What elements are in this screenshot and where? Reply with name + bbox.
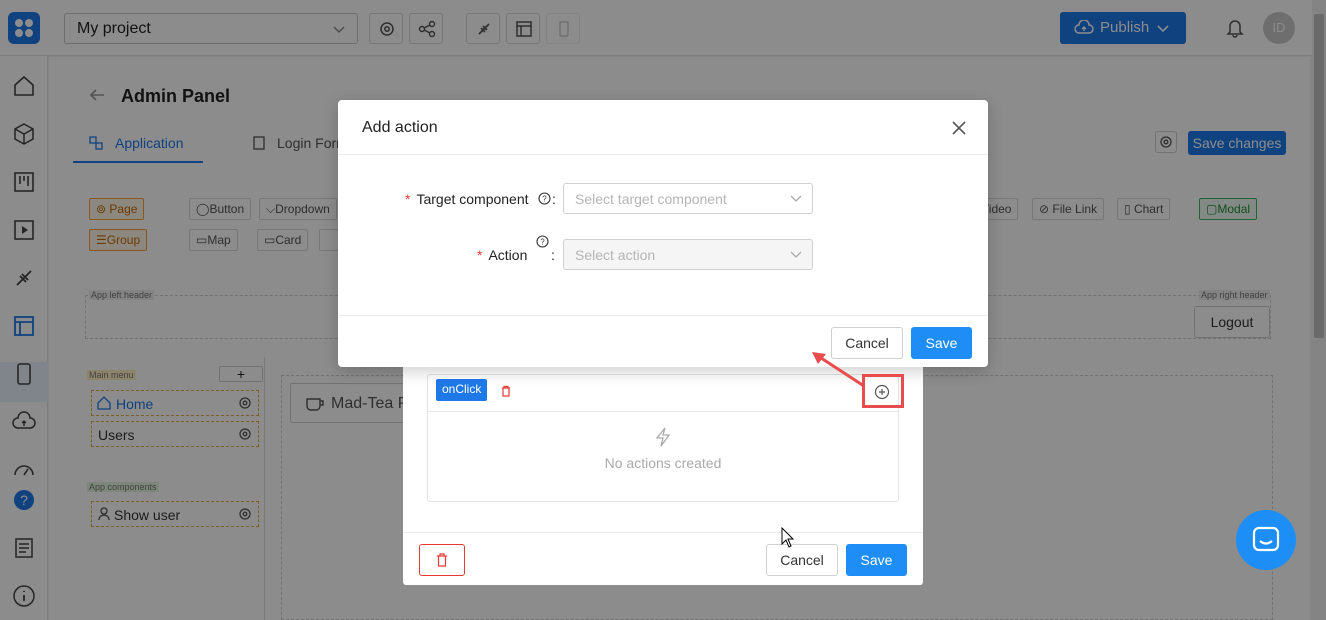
annotation-arrow-icon bbox=[812, 352, 865, 388]
trash-icon[interactable] bbox=[500, 385, 512, 397]
target-component-select[interactable]: Select target component bbox=[563, 183, 813, 214]
action-label: * Action bbox=[477, 247, 528, 263]
svg-text:?: ? bbox=[540, 238, 545, 247]
action-select[interactable]: Select action bbox=[563, 239, 813, 270]
event-divider bbox=[428, 411, 898, 412]
modal-footer: Cancel Save bbox=[338, 315, 988, 367]
chat-widget-button[interactable] bbox=[1236, 510, 1296, 570]
save-button[interactable]: Save bbox=[911, 327, 972, 359]
highlight-box bbox=[862, 374, 904, 408]
events-modal-footer: Cancel Save bbox=[403, 532, 923, 585]
chevron-down-icon bbox=[790, 195, 802, 202]
mouse-cursor-icon bbox=[781, 527, 795, 548]
delete-event-button[interactable] bbox=[419, 544, 465, 576]
chat-icon bbox=[1252, 526, 1280, 552]
help-circle-icon[interactable]: ? bbox=[536, 235, 549, 248]
action-colon: : bbox=[551, 247, 555, 263]
modal-header: Add action bbox=[338, 100, 988, 155]
target-colon: : bbox=[552, 191, 556, 207]
trash-icon bbox=[437, 553, 447, 567]
events-modal: onClick No actions created Cancel Save bbox=[403, 364, 923, 585]
event-card: onClick No actions created bbox=[427, 374, 899, 502]
target-component-placeholder: Select target component bbox=[575, 191, 727, 207]
target-component-label: * Target component bbox=[405, 191, 529, 207]
event-onclick-tag: onClick bbox=[436, 379, 488, 401]
modal-title: Add action bbox=[362, 119, 438, 136]
required-mark: * bbox=[405, 191, 411, 207]
action-placeholder: Select action bbox=[575, 247, 656, 263]
events-save-button[interactable]: Save bbox=[846, 544, 907, 576]
empty-actions-text: No actions created bbox=[604, 455, 722, 471]
help-circle-icon[interactable]: ? bbox=[538, 192, 551, 205]
chevron-down-icon bbox=[790, 251, 802, 258]
lightning-icon bbox=[655, 427, 671, 447]
close-icon[interactable] bbox=[950, 119, 968, 137]
events-cancel-button[interactable]: Cancel bbox=[766, 544, 838, 576]
required-mark: * bbox=[477, 247, 483, 263]
add-action-modal: Add action * Target component ? : Select … bbox=[338, 100, 988, 367]
svg-text:?: ? bbox=[542, 195, 547, 204]
